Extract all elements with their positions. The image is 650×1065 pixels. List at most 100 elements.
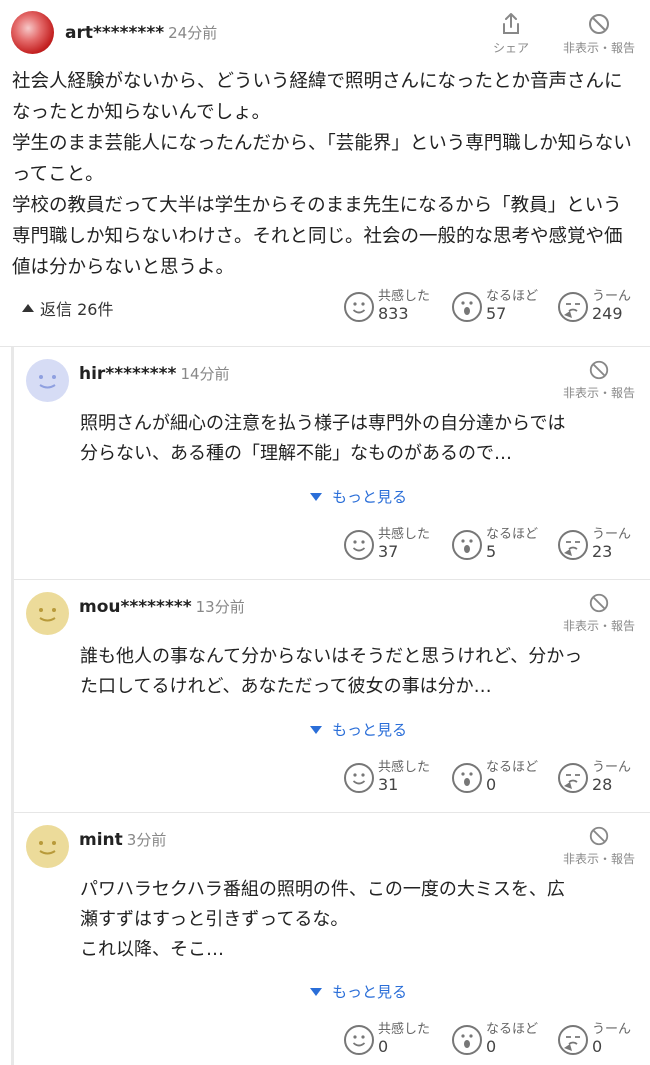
thinking-face-icon	[558, 529, 588, 560]
hide-report-label: 非表示・報告	[562, 386, 635, 400]
uun-button[interactable]: うーん 28	[558, 760, 631, 795]
naruhodo-count: 0	[486, 775, 497, 794]
main-comment: art******** 24分前 シェア 非表示・報告 社会人経験がないから、どう…	[0, 0, 650, 347]
show-more-link[interactable]: もっと見る	[310, 981, 407, 1002]
uun-count: 23	[592, 542, 613, 561]
thinking-face-icon	[558, 762, 588, 793]
uun-label: うーん	[592, 289, 632, 304]
comment-paragraph: 学生のまま芸能人になったんだから、「芸能界」という専門職しか知らないってこと。	[12, 133, 632, 185]
post-time: 24分前	[168, 24, 218, 42]
reply-line: これ以降、そこ…	[80, 939, 224, 960]
uun-label: うーん	[592, 1022, 632, 1037]
avatar[interactable]	[26, 825, 69, 868]
uun-count: 28	[592, 775, 613, 794]
avatar[interactable]	[26, 592, 69, 635]
hide-report-label: 非表示・報告	[562, 852, 635, 866]
smile-face-icon	[344, 1024, 374, 1055]
expand-triangle-icon	[310, 725, 322, 734]
uun-button[interactable]: うーん 0	[558, 1022, 631, 1057]
uun-button[interactable]: うーん 249	[558, 289, 631, 324]
prohibit-icon	[589, 826, 609, 846]
show-more-link[interactable]: もっと見る	[310, 486, 407, 507]
empathy-label: 共感した	[378, 527, 431, 542]
share-label: シェア	[492, 41, 529, 55]
empathy-button[interactable]: 共感した 31	[344, 760, 430, 795]
username[interactable]: mint 3分前	[79, 829, 166, 850]
smile-avatar-icon	[39, 608, 56, 622]
naruhodo-button[interactable]: なるほど 5	[452, 527, 538, 562]
smile-face-icon	[344, 762, 374, 793]
empathy-button[interactable]: 共感した 0	[344, 1022, 430, 1057]
surprised-face-icon	[452, 291, 482, 322]
reply-line: 照明さんが細心の注意を払う様子は専門外の自分達からでは	[80, 413, 566, 434]
reply-line: パワハラセクハラ番組の照明の件、この一度の大ミスを、広	[80, 879, 565, 900]
username-text[interactable]: hir********	[79, 364, 176, 384]
prohibit-icon	[589, 360, 609, 380]
prohibit-icon	[589, 593, 609, 613]
smile-face-icon	[344, 529, 374, 560]
empathy-count: 31	[378, 775, 399, 794]
comment-paragraph: 社会人経験がないから、どういう経緯で照明さんになったとか音声さんになったとか知ら…	[12, 71, 623, 123]
username-text[interactable]: art********	[65, 23, 164, 43]
empathy-button[interactable]: 共感した 833	[344, 289, 430, 324]
avatar[interactable]	[11, 11, 54, 54]
naruhodo-label: なるほど	[486, 289, 539, 304]
show-more-label: もっと見る	[332, 488, 408, 506]
post-time: 13分前	[195, 598, 245, 616]
hide-report-button[interactable]: 非表示・報告	[555, 825, 643, 867]
hide-report-button[interactable]: 非表示・報告	[555, 12, 643, 56]
hide-report-label: 非表示・報告	[562, 619, 635, 633]
reply-line: た口してるけれど、あなただって彼女の事は分か…	[80, 676, 492, 697]
naruhodo-button[interactable]: なるほど 57	[452, 289, 538, 324]
reply-body: 照明さんが細心の注意を払う様子は専門外の自分達からでは 分らない、ある種の「理解…	[80, 409, 635, 469]
comment-body: 社会人経験がないから、どういう経緯で照明さんになったとか音声さんになったとか知ら…	[12, 66, 638, 283]
hide-report-button[interactable]: 非表示・報告	[555, 359, 643, 401]
empathy-count: 37	[378, 542, 399, 561]
reply-line: 瀬すずはすっと引きずってるな。	[80, 909, 349, 930]
post-time: 3分前	[126, 831, 167, 849]
username[interactable]: art******** 24分前	[65, 22, 217, 43]
expand-triangle-icon	[310, 492, 322, 501]
uun-count: 249	[592, 304, 623, 323]
share-icon	[503, 13, 519, 34]
reply-line: 分らない、ある種の「理解不能」なものがあるので…	[80, 443, 512, 464]
thinking-face-icon	[558, 1024, 588, 1055]
naruhodo-count: 5	[486, 542, 497, 561]
naruhodo-label: なるほど	[486, 760, 539, 775]
uun-label: うーん	[592, 527, 632, 542]
reply-item: hir******** 14分前 非表示・報告 照明さんが細心の注意を払う様子は専…	[14, 347, 650, 580]
empathy-label: 共感した	[378, 289, 431, 304]
surprised-face-icon	[452, 1024, 482, 1055]
uun-label: うーん	[592, 760, 632, 775]
expand-triangle-icon	[310, 987, 322, 996]
surprised-face-icon	[452, 762, 482, 793]
share-button[interactable]: シェア	[489, 12, 533, 56]
comment-paragraph: 学校の教員だって大半は学生からそのまま先生になるから「教員」という専門職しか知ら…	[12, 195, 623, 278]
naruhodo-button[interactable]: なるほど 0	[452, 1022, 538, 1057]
empathy-count: 833	[378, 304, 409, 323]
empathy-button[interactable]: 共感した 37	[344, 527, 430, 562]
empathy-label: 共感した	[378, 760, 431, 775]
username[interactable]: hir******** 14分前	[79, 363, 230, 384]
naruhodo-label: なるほど	[486, 1022, 539, 1037]
avatar[interactable]	[26, 359, 69, 402]
post-time: 14分前	[180, 365, 230, 383]
show-more-label: もっと見る	[332, 721, 408, 739]
naruhodo-button[interactable]: なるほど 0	[452, 760, 538, 795]
uun-count: 0	[592, 1037, 603, 1056]
hide-report-button[interactable]: 非表示・報告	[555, 592, 643, 634]
naruhodo-label: なるほど	[486, 527, 539, 542]
uun-button[interactable]: うーん 23	[558, 527, 631, 562]
username[interactable]: mou******** 13分前	[79, 596, 245, 617]
reply-body: 誰も他人の事なんて分からないはそうだと思うけれど、分かっ た口してるけれど、あな…	[80, 642, 635, 702]
hide-report-label: 非表示・報告	[562, 41, 635, 55]
empathy-label: 共感した	[378, 1022, 431, 1037]
prohibit-icon	[589, 14, 609, 34]
reply-body: パワハラセクハラ番組の照明の件、この一度の大ミスを、広 瀬すずはすっと引きずって…	[80, 875, 635, 965]
username-text[interactable]: mint	[79, 830, 123, 850]
username-text[interactable]: mou********	[79, 597, 192, 617]
replies-toggle[interactable]: 返信 26件	[22, 296, 113, 320]
replies-count: 返信 26件	[40, 300, 114, 319]
show-more-link[interactable]: もっと見る	[310, 719, 407, 740]
naruhodo-count: 57	[486, 304, 507, 323]
